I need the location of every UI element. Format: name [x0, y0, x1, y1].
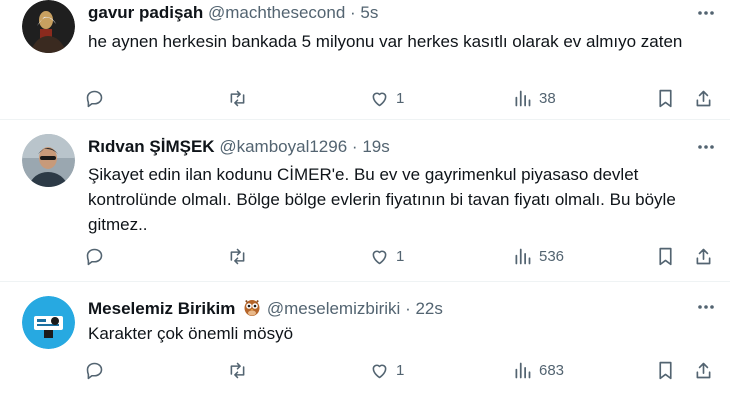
share-button[interactable] [693, 84, 714, 112]
user-handle[interactable]: @machthesecond [208, 3, 345, 22]
avatar[interactable] [22, 134, 75, 187]
view-count: 38 [539, 89, 556, 107]
retweet-button[interactable] [227, 356, 248, 384]
share-icon [696, 90, 711, 106]
tweet-1[interactable]: gavur padişah @machthesecond · 5s he ayn… [0, 0, 730, 118]
separator-dot: · [351, 137, 358, 156]
avatar[interactable] [22, 296, 75, 349]
like-icon [372, 92, 387, 106]
retweet-icon [230, 90, 245, 106]
display-name[interactable]: Rıdvan ŞİMŞEK [88, 137, 215, 156]
bookmark-button[interactable] [655, 356, 676, 384]
retweet-button[interactable] [227, 84, 248, 112]
bookmark-icon [659, 361, 672, 379]
views-button[interactable]: 536 [512, 242, 564, 270]
tweet-header: Meselemiz Birikim @meselemizbiriki · 22s [88, 297, 443, 322]
tweet-text: Karakter çok önemli mösyö [88, 324, 294, 343]
user-handle[interactable]: @kamboyal1296 [219, 137, 347, 156]
share-button[interactable] [693, 356, 714, 384]
views-icon [515, 362, 531, 378]
like-button[interactable]: 1 [369, 84, 404, 112]
retweet-button[interactable] [227, 242, 248, 270]
tweet-3[interactable]: Meselemiz Birikim @meselemizbiriki · 22s… [0, 282, 730, 420]
views-button[interactable]: 38 [512, 84, 556, 112]
tweet-actions: 1 536 [84, 242, 724, 270]
more-icon[interactable] [696, 3, 716, 23]
bookmark-button[interactable] [655, 84, 676, 112]
like-icon [372, 364, 387, 378]
timestamp[interactable]: 5s [360, 3, 378, 22]
like-button[interactable]: 1 [369, 356, 404, 384]
reply-button[interactable] [84, 242, 105, 270]
more-icon[interactable] [696, 297, 716, 317]
more-icon[interactable] [696, 137, 716, 157]
tweet-header: Rıdvan ŞİMŞEK @kamboyal1296 · 19s [88, 137, 390, 157]
like-icon [372, 250, 387, 264]
reply-icon [86, 90, 103, 107]
tweet-actions: 1 683 [84, 356, 724, 384]
tweet-2[interactable]: Rıdvan ŞİMŞEK @kamboyal1296 · 19s Şikaye… [0, 120, 730, 290]
like-count: 1 [396, 247, 405, 265]
bookmark-icon [659, 89, 672, 107]
reply-icon [86, 362, 103, 379]
like-button[interactable]: 1 [369, 242, 404, 270]
timestamp[interactable]: 22s [415, 299, 442, 318]
bookmark-icon [659, 247, 672, 265]
share-icon [696, 248, 711, 264]
retweet-icon [230, 362, 245, 378]
timestamp[interactable]: 19s [362, 137, 389, 156]
share-button[interactable] [693, 242, 714, 270]
views-icon [515, 90, 531, 106]
bookmark-button[interactable] [655, 242, 676, 270]
reply-button[interactable] [84, 356, 105, 384]
tweet-text: he aynen herkesin bankada 5 milyonu var … [88, 32, 683, 51]
separator-dot: · [350, 3, 356, 22]
reply-icon [86, 248, 103, 265]
retweet-icon [230, 248, 245, 264]
views-button[interactable]: 683 [512, 356, 564, 384]
tweet-text: Şikayet edin ilan kodunu CİMER'e. Bu ev … [88, 165, 676, 234]
tweet-actions: 1 38 [84, 84, 724, 112]
tweet-header: gavur padişah @machthesecond · 5s [88, 3, 378, 23]
view-count: 683 [539, 361, 565, 379]
views-icon [515, 248, 531, 264]
view-count: 536 [539, 247, 565, 265]
display-name[interactable]: Meselemiz Birikim [88, 299, 235, 318]
share-icon [696, 362, 711, 378]
reply-button[interactable] [84, 84, 105, 112]
avatar[interactable] [22, 0, 75, 53]
like-count: 1 [396, 361, 405, 379]
separator-dot: · [405, 299, 411, 318]
like-count: 1 [396, 89, 405, 107]
display-name[interactable]: gavur padişah [88, 3, 203, 22]
owl-emoji [242, 297, 262, 322]
user-handle[interactable]: @meselemizbiriki [267, 299, 400, 318]
